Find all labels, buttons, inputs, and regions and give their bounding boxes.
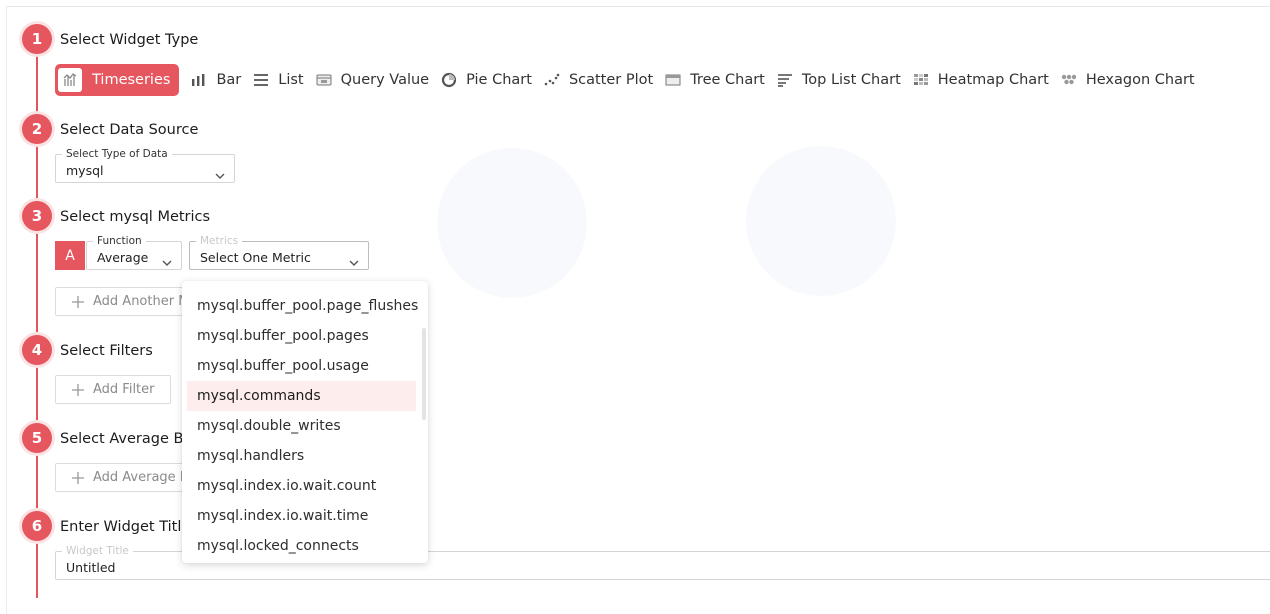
chevron-down-icon xyxy=(349,252,359,271)
step-title: Select Data Source xyxy=(60,122,199,138)
step-title: Select Widget Type xyxy=(60,32,199,48)
metric-option[interactable]: mysql.locked_connects xyxy=(187,531,416,561)
widget-type-label: Query Value xyxy=(340,72,430,88)
dropdown-scrollbar[interactable] xyxy=(422,328,426,420)
data-type-value: mysql xyxy=(66,163,104,178)
data-type-label: Select Type of Data xyxy=(62,147,172,161)
step-title: Select Filters xyxy=(60,343,153,359)
bar-chart-icon xyxy=(191,73,207,87)
metric-option[interactable]: mysql.index.io.wait.count xyxy=(187,471,416,501)
widget-title-value: Untitled xyxy=(66,560,116,575)
widget-type-label: Bar xyxy=(216,72,242,88)
background-decoration xyxy=(746,146,896,296)
add-filter-label: Add Filter xyxy=(93,382,155,397)
plus-icon xyxy=(71,295,85,309)
step-number: 5 xyxy=(22,423,52,453)
add-another-metric-button[interactable]: Add Another M xyxy=(55,287,190,316)
tree-chart-icon xyxy=(665,73,681,87)
metric-option[interactable]: mysql.buffer_pool.usage xyxy=(187,351,416,381)
heatmap-icon xyxy=(913,73,929,87)
widget-type-timeseries[interactable]: Timeseries xyxy=(55,64,180,96)
widget-type-top-list[interactable]: Top List Chart xyxy=(777,64,901,96)
widget-type-label: Heatmap Chart xyxy=(937,72,1049,88)
step-number: 1 xyxy=(22,24,52,54)
background-decoration xyxy=(437,148,587,298)
step-number: 4 xyxy=(22,335,52,365)
chevron-down-icon xyxy=(162,252,172,271)
widget-type-label: Top List Chart xyxy=(801,72,901,88)
plus-icon xyxy=(71,383,85,397)
scatter-plot-icon xyxy=(544,73,560,87)
step-title: Select mysql Metrics xyxy=(60,209,211,225)
step-title: Select Average B xyxy=(60,431,184,447)
add-filter-button[interactable]: Add Filter xyxy=(55,375,171,404)
widget-type-tree-chart[interactable]: Tree Chart xyxy=(665,64,765,96)
metric-value: Select One Metric xyxy=(200,250,311,265)
step-number: 3 xyxy=(22,201,52,231)
widget-type-query-value[interactable]: Query Value xyxy=(316,64,430,96)
metric-dropdown: mysql.buffer_pool.page_flushes mysql.buf… xyxy=(182,281,428,563)
metric-option[interactable]: mysql.index.io.wait.time xyxy=(187,501,416,531)
widget-type-bar-chart[interactable]: Bar xyxy=(191,64,241,96)
add-another-metric-label: Add Another M xyxy=(93,294,190,309)
widget-title-label: Widget Title xyxy=(62,544,133,558)
chevron-down-icon xyxy=(215,165,225,184)
metric-option-highlighted[interactable]: mysql.commands xyxy=(187,381,416,411)
query-badge: A xyxy=(55,241,85,270)
metric-options-list: mysql.buffer_pool.page_flushes mysql.buf… xyxy=(187,291,418,561)
timeseries-icon xyxy=(58,68,82,92)
widget-type-pie-chart[interactable]: Pie Chart xyxy=(441,64,532,96)
step-number: 6 xyxy=(22,511,52,541)
top-list-icon xyxy=(777,73,793,87)
step-number: 2 xyxy=(22,114,52,144)
widget-type-label: Scatter Plot xyxy=(568,72,654,88)
metric-option[interactable]: mysql.double_writes xyxy=(187,411,416,441)
step-title: Enter Widget Titl xyxy=(60,519,182,535)
widget-type-heatmap[interactable]: Heatmap Chart xyxy=(913,64,1049,96)
widget-type-hexagon[interactable]: Hexagon Chart xyxy=(1061,64,1195,96)
metric-label: Metrics xyxy=(196,234,243,248)
top-divider xyxy=(6,6,1270,7)
metric-select[interactable]: Metrics Select One Metric xyxy=(189,234,369,271)
list-icon xyxy=(253,73,269,87)
widget-type-label: List xyxy=(278,72,304,88)
function-select[interactable]: Function Average xyxy=(86,234,182,271)
left-divider xyxy=(6,6,7,614)
widget-type-label: Tree Chart xyxy=(690,72,765,88)
function-value: Average xyxy=(97,250,149,265)
pie-chart-icon xyxy=(441,72,457,88)
metric-option[interactable]: mysql.buffer_pool.page_flushes xyxy=(187,291,418,321)
add-average-by-button[interactable]: Add Average B xyxy=(55,463,190,492)
metric-option[interactable]: mysql.handlers xyxy=(187,441,416,471)
widget-type-label: Pie Chart xyxy=(466,72,532,88)
hexagon-icon xyxy=(1061,73,1077,87)
widget-type-bar: Timeseries Bar List Query Value Pie Char… xyxy=(55,64,1207,96)
widget-type-label: Timeseries xyxy=(92,72,171,88)
plus-icon xyxy=(71,471,85,485)
add-average-by-label: Add Average B xyxy=(93,470,189,485)
widget-type-scatter-plot[interactable]: Scatter Plot xyxy=(544,64,653,96)
data-type-select[interactable]: Select Type of Data mysql xyxy=(55,147,235,184)
function-label: Function xyxy=(93,234,146,248)
metric-option[interactable]: mysql.buffer_pool.pages xyxy=(187,321,416,351)
query-value-icon xyxy=(316,73,332,87)
widget-type-label: Hexagon Chart xyxy=(1085,72,1195,88)
widget-type-list[interactable]: List xyxy=(253,64,304,96)
